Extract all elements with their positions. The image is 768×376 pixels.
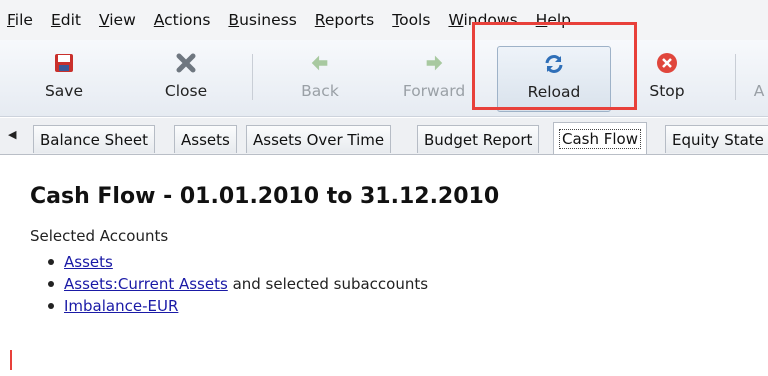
menu-reports[interactable]: Reports (306, 11, 383, 29)
tab-scroll-left-icon[interactable]: ◀ (8, 128, 16, 141)
toolbar-separator (735, 54, 736, 100)
highlight-box (472, 22, 637, 110)
list-item: Assets (48, 251, 428, 273)
account-link-assets[interactable]: Assets (64, 253, 113, 271)
toolbar: Save Close Back Forward Reload Stop A (0, 40, 768, 117)
toolbar-separator (252, 54, 253, 100)
back-arrow-icon (307, 50, 333, 76)
tab-balance-sheet[interactable]: Balance Sheet (33, 125, 155, 153)
account-link-imbalance-eur[interactable]: Imbalance-EUR (64, 297, 178, 315)
stop-button[interactable]: Stop (642, 46, 692, 110)
list-item: Assets:Current Assets and selected subac… (48, 273, 428, 295)
tab-budget-report[interactable]: Budget Report (417, 125, 540, 153)
report-subtitle: Selected Accounts (30, 227, 169, 245)
menu-edit[interactable]: Edit (42, 11, 90, 29)
report-tab-bar: ◀ Balance Sheet Assets Assets Over Time … (0, 118, 768, 155)
account-list: Assets Assets:Current Assets and selecte… (48, 251, 428, 317)
back-button[interactable]: Back (290, 46, 350, 110)
menu-actions[interactable]: Actions (145, 11, 220, 29)
menu-business[interactable]: Business (219, 11, 305, 29)
tab-assets[interactable]: Assets (174, 125, 237, 153)
account-link-current-assets[interactable]: Assets:Current Assets (64, 275, 228, 293)
annotation-mark (10, 350, 12, 370)
close-icon (173, 50, 199, 76)
menu-file[interactable]: File (0, 11, 42, 29)
forward-arrow-icon (421, 50, 447, 76)
list-item: Imbalance-EUR (48, 295, 428, 317)
truncated-toolbar-button[interactable]: A (750, 46, 768, 110)
menu-view[interactable]: View (90, 11, 145, 29)
report-title: Cash Flow - 01.01.2010 to 31.12.2010 (30, 184, 500, 209)
tab-assets-over-time[interactable]: Assets Over Time (246, 125, 392, 153)
close-button[interactable]: Close (156, 46, 216, 110)
tab-cash-flow[interactable]: Cash Flow (553, 122, 647, 154)
tab-equity-statement[interactable]: Equity State (665, 125, 768, 153)
menu-bar: File Edit View Actions Business Reports … (0, 0, 768, 40)
forward-button[interactable]: Forward (396, 46, 472, 110)
stop-icon (654, 50, 680, 76)
menu-tools[interactable]: Tools (383, 11, 439, 29)
save-button[interactable]: Save (34, 46, 94, 110)
report-view: Cash Flow - 01.01.2010 to 31.12.2010 Sel… (0, 155, 768, 376)
save-icon (51, 50, 77, 76)
